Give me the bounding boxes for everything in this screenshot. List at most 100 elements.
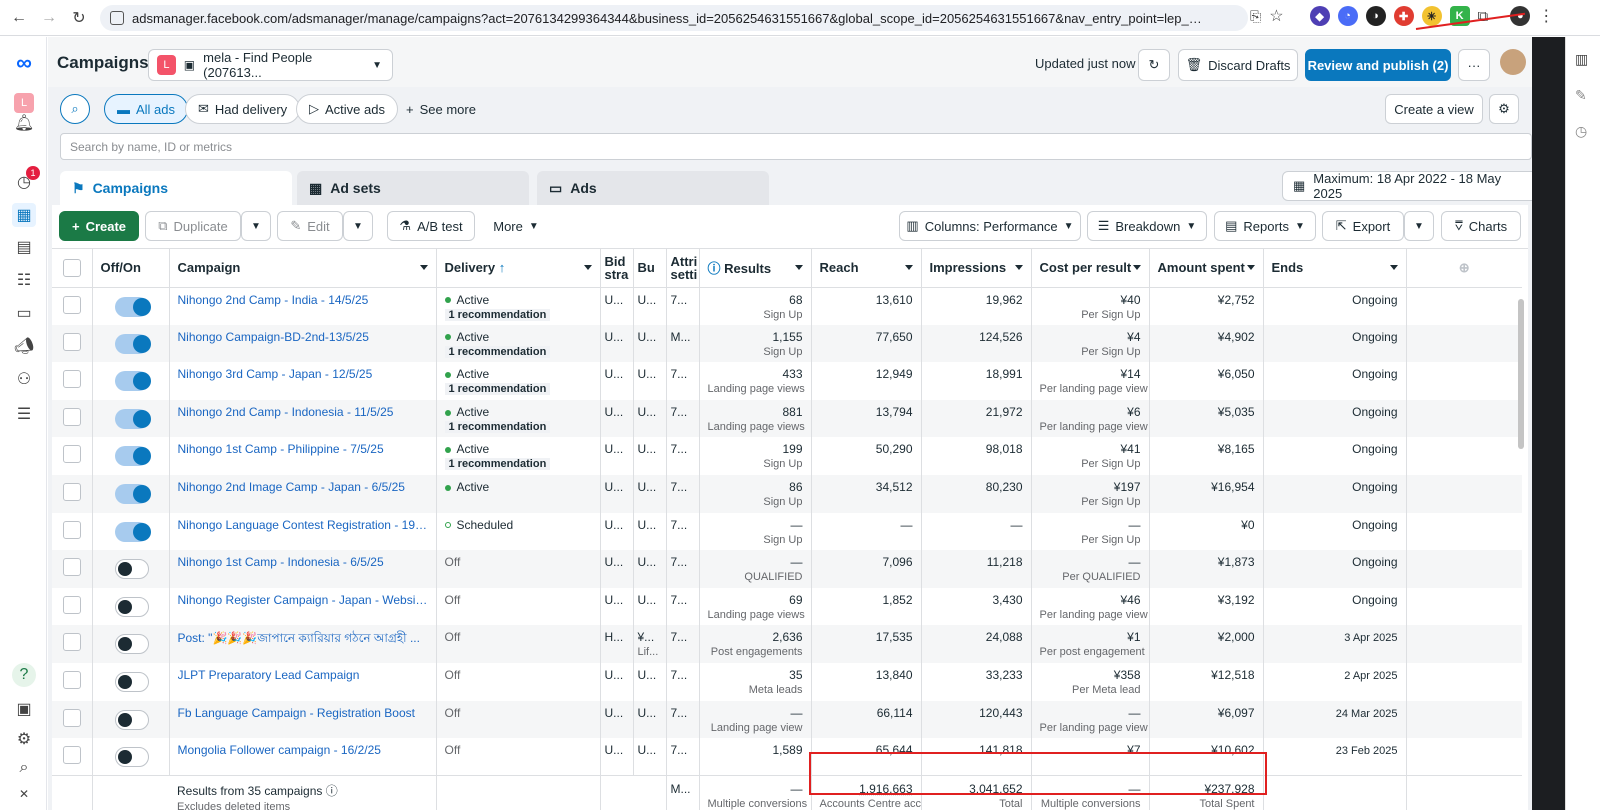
campaign-name-cell[interactable]: Nihongo Campaign-BD-2nd-13/5/25 <box>169 324 437 363</box>
add-column-button[interactable]: ⊕ <box>1406 249 1522 288</box>
row-checkbox[interactable] <box>63 595 81 614</box>
filter-had-delivery[interactable]: ✉ Had delivery <box>185 94 301 124</box>
row-toggle-cell[interactable] <box>92 399 170 438</box>
campaign-name-link[interactable]: Nihongo 2nd Camp - Indonesia - 11/5/25 <box>178 405 428 419</box>
account-selector[interactable]: L ▣ mela - Find People (207613... ▼ <box>148 49 393 81</box>
row-select[interactable] <box>52 324 93 363</box>
campaign-name-link[interactable]: Post: "🎉🎉🎉জাপানে ক্যারিয়ার গঠনে আগ্রহী … <box>178 630 428 650</box>
campaign-name-cell[interactable]: Nihongo 1st Camp - Philippine - 7/5/25 <box>169 437 437 475</box>
row-select[interactable] <box>52 587 93 626</box>
campaign-toggle[interactable] <box>114 483 151 504</box>
table-scrollbar[interactable] <box>1518 299 1524 449</box>
tab-ad-sets[interactable]: ▦ Ad sets <box>297 171 529 205</box>
billing-card-icon[interactable]: ▭ <box>12 301 36 325</box>
row-select[interactable] <box>52 287 93 325</box>
row-checkbox[interactable] <box>63 407 81 426</box>
charts-button[interactable]: ⩢ Charts <box>1441 211 1521 241</box>
review-and-publish-button[interactable]: Review and publish (2) <box>1305 49 1451 81</box>
edit-button[interactable]: ✎ Edit <box>277 211 343 241</box>
create-view-button[interactable]: Create a view <box>1385 94 1483 124</box>
site-info-icon[interactable] <box>110 11 124 25</box>
export-dropdown[interactable]: ▼ <box>1404 211 1434 241</box>
collapse-icon[interactable]: ✕ <box>12 782 36 806</box>
col-campaign[interactable]: Campaign <box>169 249 437 288</box>
row-checkbox[interactable] <box>63 708 81 727</box>
refresh-button[interactable]: ↻ <box>1138 49 1170 81</box>
extension-icon[interactable]: ◆ <box>1309 6 1330 26</box>
table-row[interactable]: Nihongo 3rd Camp - Japan - 12/5/25 Active… <box>52 362 1522 400</box>
select-all-checkbox[interactable] <box>63 258 81 277</box>
reports-button[interactable]: ▤ Reports ▼ <box>1214 211 1316 241</box>
col-attribution[interactable]: Attri setti <box>666 249 700 288</box>
help-icon[interactable]: ? <box>12 663 36 687</box>
campaign-toggle[interactable] <box>114 333 151 354</box>
notifications-bell-icon[interactable]: 🔔︎ <box>12 111 36 135</box>
row-select[interactable] <box>52 437 93 475</box>
row-toggle-cell[interactable] <box>92 512 170 551</box>
col-results[interactable]: ⓘ Results <box>699 249 812 288</box>
select-all-header[interactable] <box>52 249 93 288</box>
extension-icon[interactable]: ✚ <box>1393 6 1414 26</box>
campaign-name-link[interactable]: Nihongo Language Contest Registration - … <box>178 518 428 532</box>
export-button[interactable]: ⇱ Export <box>1322 211 1404 241</box>
address-bar[interactable]: adsmanager.facebook.com/adsmanager/manag… <box>100 5 1248 31</box>
reload-icon[interactable]: ↻ <box>68 7 90 29</box>
row-select[interactable] <box>52 399 93 438</box>
row-checkbox[interactable] <box>63 332 81 351</box>
campaign-name-link[interactable]: Fb Language Campaign - Registration Boos… <box>178 706 428 720</box>
row-toggle-cell[interactable] <box>92 474 170 513</box>
row-toggle-cell[interactable] <box>92 550 170 588</box>
more-menu-button[interactable]: More ▼ <box>482 211 550 241</box>
duplicate-button[interactable]: ⧉ Duplicate <box>145 211 241 241</box>
recommendation-badge[interactable]: 1 recommendation <box>444 383 551 396</box>
discard-drafts-button[interactable]: 🗑︎ Discard Drafts <box>1178 49 1298 81</box>
row-toggle-cell[interactable] <box>92 662 170 701</box>
campaign-toggle[interactable] <box>114 408 151 429</box>
col-cost-per-result[interactable]: Cost per result <box>1031 249 1150 288</box>
back-icon[interactable]: ← <box>8 7 30 29</box>
table-row[interactable]: Nihongo 1st Camp - Indonesia - 6/5/25 Off… <box>52 550 1522 588</box>
ab-test-button[interactable]: ⚗ A/B test <box>387 211 475 241</box>
performance-gauge-icon[interactable]: ◷ 1 <box>12 166 40 194</box>
campaign-toggle[interactable] <box>114 596 149 617</box>
row-checkbox[interactable] <box>63 445 81 464</box>
pencil-icon[interactable]: ✎ <box>1575 87 1587 104</box>
col-budget[interactable]: Bu <box>633 249 667 288</box>
campaign-name-cell[interactable]: Nihongo 2nd Camp - Indonesia - 11/5/25 <box>169 399 437 438</box>
row-toggle-cell[interactable] <box>92 587 170 626</box>
row-checkbox[interactable] <box>63 370 81 389</box>
row-select[interactable] <box>52 738 93 776</box>
row-select[interactable] <box>52 662 93 701</box>
col-reach[interactable]: Reach <box>811 249 922 288</box>
duplicate-dropdown[interactable]: ▼ <box>241 211 271 241</box>
col-offon[interactable]: Off/On <box>92 249 170 288</box>
campaign-toggle[interactable] <box>114 446 151 467</box>
table-row[interactable]: Nihongo 2nd Camp - India - 14/5/25 Active… <box>52 287 1522 325</box>
extension-icon[interactable]: ◔ <box>1337 6 1358 26</box>
chart-icon[interactable]: ▥ <box>1575 51 1588 68</box>
campaign-name-cell[interactable]: Nihongo Language Contest Registration - … <box>169 512 437 551</box>
campaign-name-link[interactable]: Nihongo Register Campaign - Japan - Webs… <box>178 593 428 607</box>
columns-button[interactable]: ▥ Columns: Performance ▼ <box>899 211 1081 241</box>
col-impressions[interactable]: Impressions <box>921 249 1032 288</box>
row-checkbox[interactable] <box>63 520 81 539</box>
campaigns-table-icon[interactable]: ▦ <box>12 203 36 227</box>
install-icon[interactable]: ⎘ <box>1250 8 1261 25</box>
search-icon[interactable]: ⌕ <box>12 756 36 780</box>
row-toggle-cell[interactable] <box>92 287 170 325</box>
recommendation-badge[interactable]: 1 recommendation <box>444 345 551 358</box>
campaign-name-cell[interactable]: JLPT Preparatory Lead Campaign <box>169 662 437 701</box>
campaign-toggle[interactable] <box>114 747 149 768</box>
row-checkbox[interactable] <box>63 746 81 765</box>
row-toggle-cell[interactable] <box>92 700 170 739</box>
breakdown-button[interactable]: ☰ Breakdown ▼ <box>1087 211 1207 241</box>
table-row[interactable]: Nihongo Language Contest Registration - … <box>52 512 1522 551</box>
row-select[interactable] <box>52 550 93 588</box>
create-button[interactable]: + Create <box>59 211 139 241</box>
row-select[interactable] <box>52 625 93 663</box>
row-toggle-cell[interactable] <box>92 324 170 363</box>
campaign-name-cell[interactable]: Nihongo 2nd Image Camp - Japan - 6/5/25 <box>169 474 437 513</box>
table-row[interactable]: Nihongo 2nd Image Camp - Japan - 6/5/25 A… <box>52 474 1522 513</box>
see-more-filters[interactable]: + See more <box>394 94 488 124</box>
settings-gear-icon[interactable]: ⚙ <box>12 727 36 751</box>
